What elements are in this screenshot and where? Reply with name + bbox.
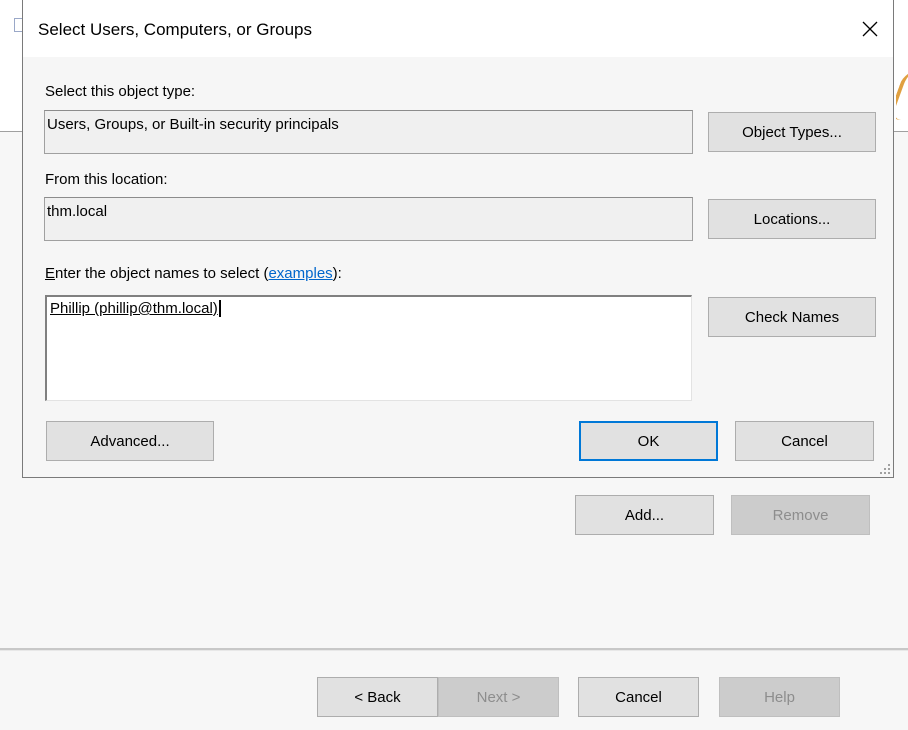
wizard-icon [896,70,908,120]
location-field: thm.local [44,197,693,241]
cancel-button[interactable]: Cancel [735,421,874,461]
check-names-button[interactable]: Check Names [708,297,876,337]
object-type-label: Select this object type: [45,83,196,100]
close-button[interactable] [847,11,893,47]
remove-button[interactable]: Remove [731,495,870,535]
ok-button[interactable]: OK [579,421,718,461]
location-label: From this location: [45,171,168,188]
object-types-button[interactable]: Object Types... [708,112,876,152]
help-button[interactable]: Help [719,677,840,717]
examples-link[interactable]: examples [268,265,332,282]
select-users-dialog: Select Users, Computers, or Groups Selec… [22,0,894,478]
object-names-label-accel: E [45,265,56,282]
object-type-field: Users, Groups, or Built-in security prin… [44,110,693,154]
next-button[interactable]: Next > [438,677,559,717]
object-names-label-text: nter the object names to select ( [55,265,269,282]
resize-grip-icon[interactable] [879,463,891,475]
object-names-label: Enter the object names to select (exampl… [45,265,342,282]
advanced-button[interactable]: Advanced... [46,421,214,461]
close-icon [862,21,878,37]
locations-button[interactable]: Locations... [708,199,876,239]
add-button[interactable]: Add... [575,495,714,535]
wizard-cancel-button[interactable]: Cancel [578,677,699,717]
footer-divider [0,648,908,651]
object-names-label-end: ): [332,265,342,282]
resolved-name-token[interactable]: Phillip (phillip@thm.local) [50,300,221,317]
object-names-input[interactable]: Phillip (phillip@thm.local) [45,295,692,401]
dialog-title: Select Users, Computers, or Groups [38,20,312,39]
back-button[interactable]: < Back [317,677,438,717]
dialog-titlebar: Select Users, Computers, or Groups [23,0,893,57]
